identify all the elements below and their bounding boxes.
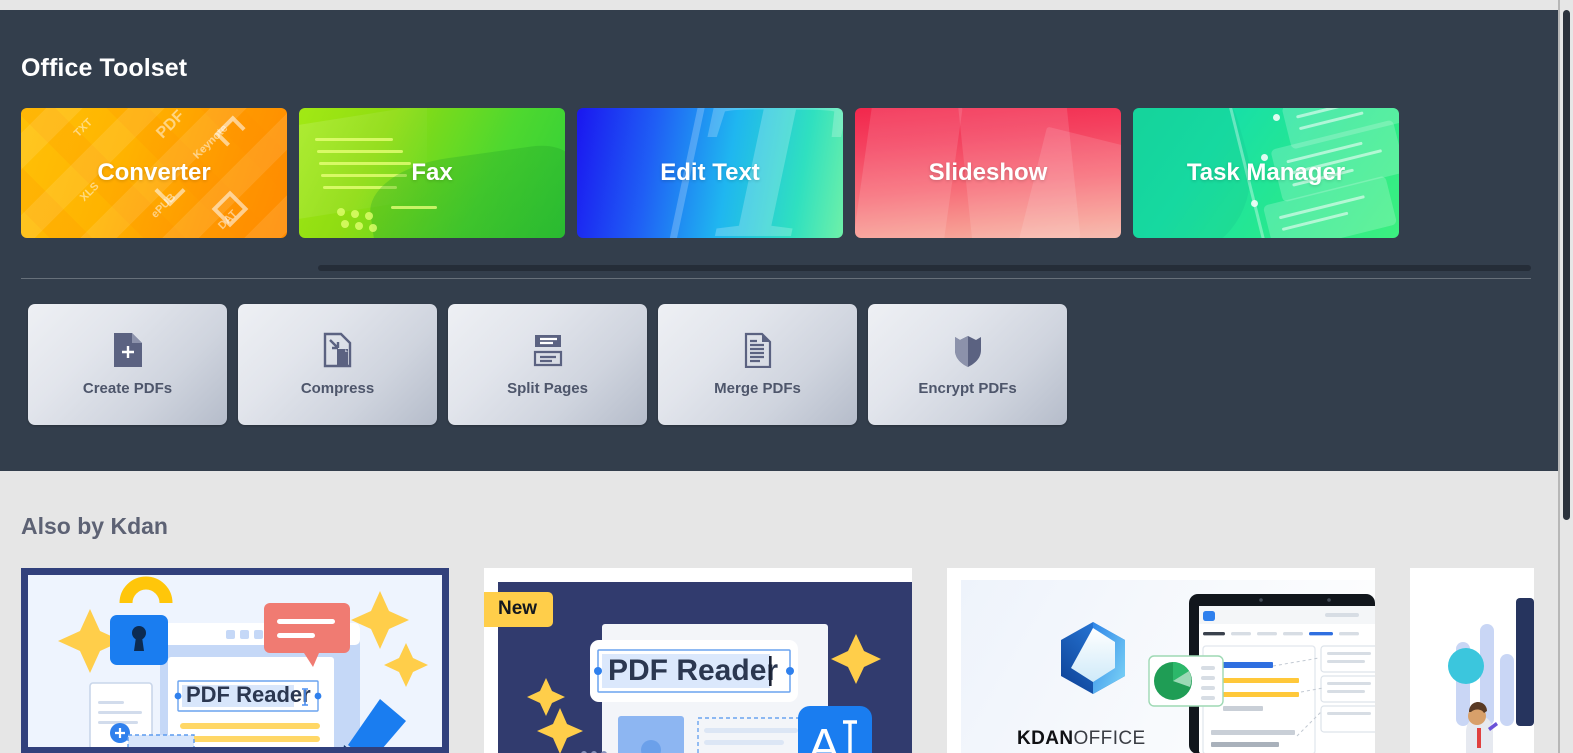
promo-artwork: PDF Reader A [498,582,912,753]
featured-tools-row: TXT PDF XLS ePUB DAT Keynote Converter F… [21,108,1531,238]
promo-card-kdan-office[interactable]: KDANOFFICE [947,568,1375,753]
kdan-office-wordmark: KDANOFFICE [1017,728,1146,750]
promo-card-pdf-reader-ai[interactable]: PDF Reader A New [484,568,912,753]
top-strip [0,0,1560,10]
panel-divider [21,278,1531,279]
featured-card-task-manager[interactable]: Task Manager [1133,108,1399,238]
promo-artwork: PDF Reader [28,575,442,747]
tool-button-label: Split Pages [507,380,588,397]
featured-card-fax[interactable]: Fax [299,108,565,238]
featured-row-scrollbar-thumb[interactable] [318,265,1531,271]
also-by-kdan-section: Also by Kdan PDF Reader PDF Reader A New… [0,471,1560,753]
featured-row-scrollbar[interactable] [21,265,1531,271]
document-plus-icon [111,332,145,368]
promo-card-analytics[interactable] [1410,568,1534,753]
tool-button-create-pdfs[interactable]: Create PDFs [28,304,227,425]
featured-card-label: Slideshow [928,159,1048,186]
promo-card-pdf-reader-light[interactable]: PDF Reader [21,568,449,753]
split-pages-icon [531,332,565,368]
vertical-scrollbar[interactable] [1560,0,1573,753]
promo-artwork: KDANOFFICE [961,580,1375,753]
page-title: Office Toolset [21,54,188,82]
section-title: Also by Kdan [21,513,168,539]
tool-button-encrypt-pdfs[interactable]: Encrypt PDFs [868,304,1067,425]
tool-button-label: Encrypt PDFs [918,380,1017,397]
featured-card-converter[interactable]: TXT PDF XLS ePUB DAT Keynote Converter [21,108,287,238]
promo-new-badge: New [484,592,554,627]
tool-button-label: Create PDFs [82,380,173,397]
promo-artwork [1424,580,1534,753]
svg-text:PDF Reader: PDF Reader [186,682,311,707]
featured-card-slideshow[interactable]: Slideshow [855,108,1121,238]
svg-text:PDF Reader: PDF Reader [608,654,778,687]
merge-pages-icon [741,332,775,369]
pdf-tools-row: Create PDFs Compress Split Pages Merge P… [28,304,1067,425]
tool-button-split-pages[interactable]: Split Pages [448,304,647,425]
featured-card-edit-text[interactable]: T Edit Text [577,108,843,238]
featured-card-label: Edit Text [660,159,760,186]
office-toolset-panel: Office Toolset TXT PDF XLS ePUB DAT Keyn… [0,10,1560,471]
featured-card-label: Task Manager [1186,159,1346,186]
promo-cards-row: PDF Reader PDF Reader A New KDANOFFICE [21,568,1534,753]
tool-button-compress[interactable]: Compress [238,304,437,425]
app-root: Office Toolset TXT PDF XLS ePUB DAT Keyn… [0,0,1573,753]
vertical-scrollbar-thumb[interactable] [1563,10,1570,520]
shield-lock-icon [951,332,985,368]
tool-button-label: Merge PDFs [714,380,801,397]
tool-button-merge-pdfs[interactable]: Merge PDFs [658,304,857,425]
tool-button-label: Compress [300,380,375,397]
svg-text:A: A [808,720,840,753]
brand-light: OFFICE [1073,728,1146,749]
document-compress-icon [321,332,355,368]
featured-card-label: Converter [97,159,211,186]
brand-bold: KDAN [1017,728,1074,749]
featured-card-label: Fax [411,159,453,186]
